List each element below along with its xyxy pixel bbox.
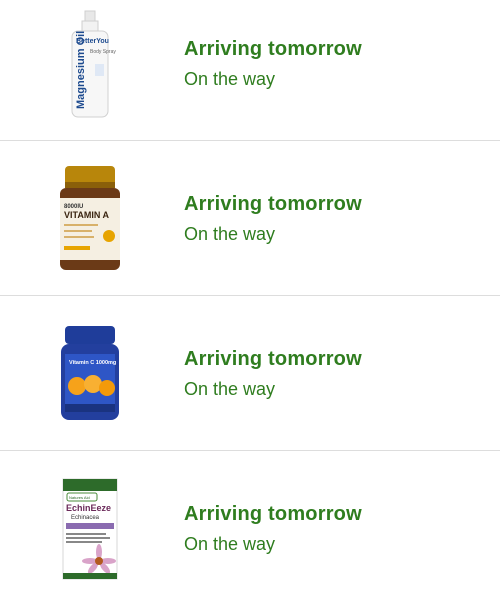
jar-name-text: VITAMIN A <box>64 210 109 220</box>
box-sub-text: Echinacea <box>71 515 100 521</box>
order-item[interactable]: 8000IU VITAMIN A Arriving tomorrow On th… <box>0 142 500 296</box>
product-image-vitamin-a[interactable]: 8000IU VITAMIN A <box>0 142 180 296</box>
vitamin-c-jar-icon: Vitamin C 1000mg <box>61 325 119 420</box>
delivery-status[interactable]: Arriving tomorrow <box>184 503 362 526</box>
product-image-magnesium-oil[interactable]: BetterYou Body Spray Magnesium Oil <box>0 0 180 141</box>
order-item[interactable]: Natures Aid EchinEeze Echinacea Arriving… <box>0 452 500 606</box>
order-item[interactable]: Vitamin C 1000mg Arriving tomorrow On th… <box>0 297 500 451</box>
order-info: Arriving tomorrow On the way <box>180 38 362 90</box>
bottle-sub-text: Body Spray <box>90 49 116 55</box>
bottle-name-text: Magnesium Oil <box>75 30 87 108</box>
jar-name-text: Vitamin C 1000mg <box>69 360 116 366</box>
delivery-substatus: On the way <box>184 68 276 89</box>
delivery-status[interactable]: Arriving tomorrow <box>184 348 362 371</box>
order-info: Arriving tomorrow On the way <box>180 503 362 555</box>
delivery-substatus: On the way <box>184 378 276 399</box>
vitamin-a-jar-icon: 8000IU VITAMIN A <box>60 165 120 270</box>
product-image-echinacea[interactable]: Natures Aid EchinEeze Echinacea <box>0 452 180 606</box>
delivery-substatus: On the way <box>184 223 276 244</box>
delivery-substatus: On the way <box>184 534 276 554</box>
magnesium-oil-bottle-icon: BetterYou Body Spray Magnesium Oil <box>71 10 116 117</box>
delivery-status[interactable]: Arriving tomorrow <box>184 38 362 61</box>
order-info: Arriving tomorrow On the way <box>180 348 362 400</box>
order-item[interactable]: BetterYou Body Spray Magnesium Oil Arriv… <box>0 0 500 141</box>
order-list: BetterYou Body Spray Magnesium Oil Arriv… <box>0 0 500 600</box>
box-name-text: EchinEeze <box>66 503 111 513</box>
product-image-vitamin-c[interactable]: Vitamin C 1000mg <box>0 297 180 451</box>
echinacea-box-icon: Natures Aid EchinEeze Echinacea <box>62 478 118 580</box>
order-info: Arriving tomorrow On the way <box>180 193 362 245</box>
box-brand-text: Natures Aid <box>69 495 90 500</box>
delivery-status[interactable]: Arriving tomorrow <box>184 193 362 216</box>
